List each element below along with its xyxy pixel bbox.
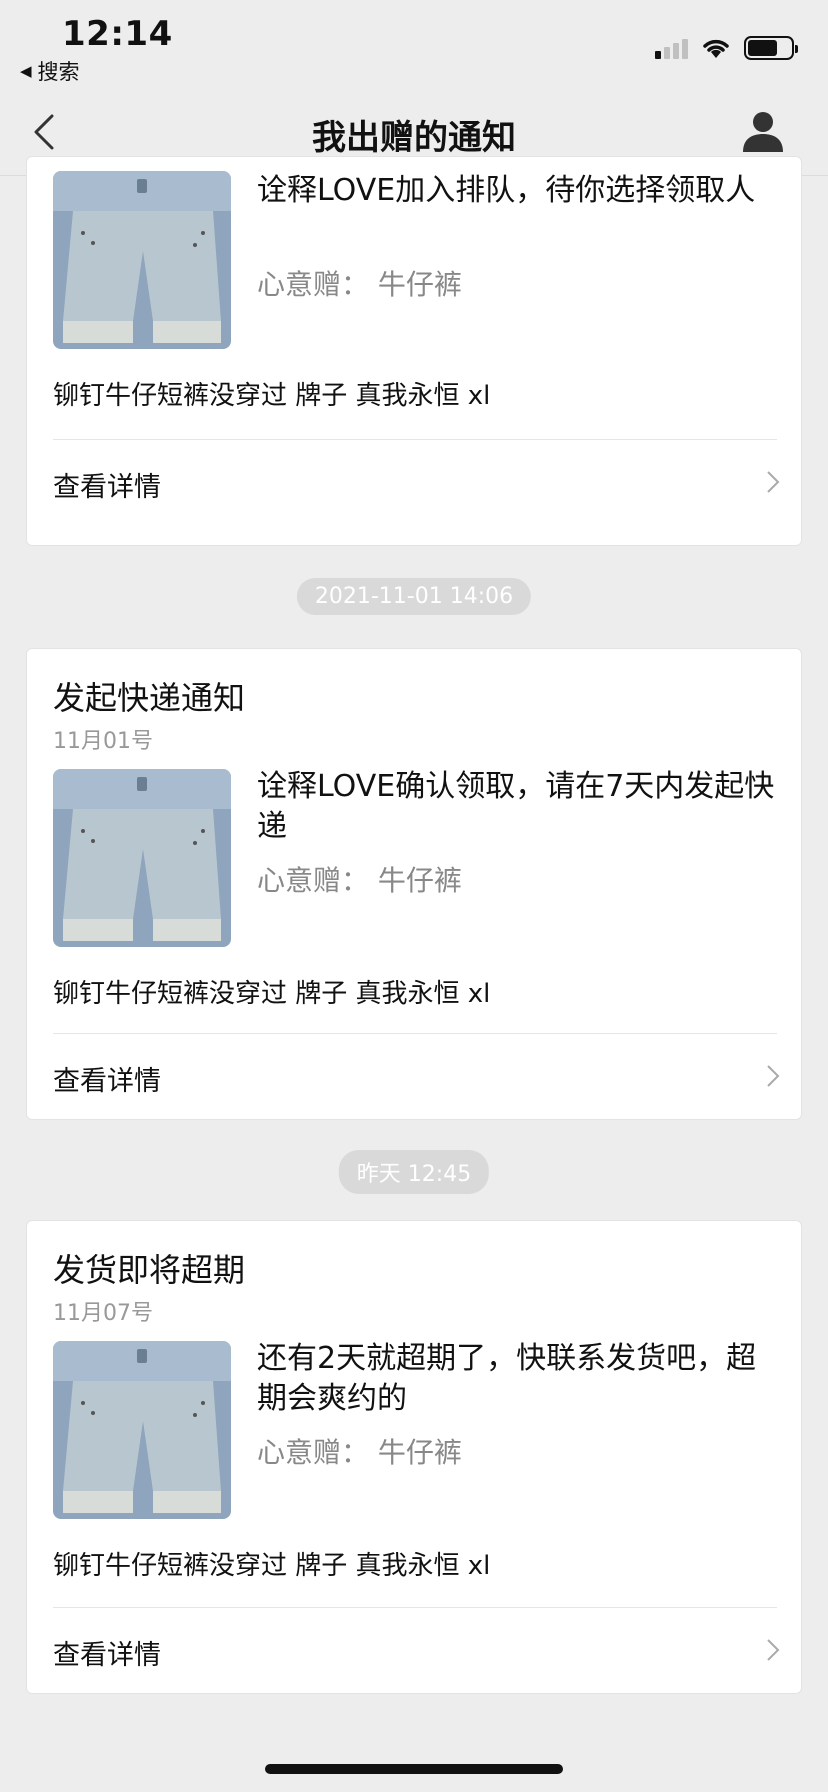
timestamp-pill: 2021-11-01 14:06 <box>296 578 532 615</box>
view-details-row[interactable]: 查看详情 <box>27 1609 801 1693</box>
product-thumbnail[interactable] <box>53 1341 231 1519</box>
item-description: 铆钉牛仔短裤没穿过 牌子 真我永恒 xl <box>53 1551 491 1581</box>
notification-date: 11月01号 <box>53 729 153 754</box>
notification-card: 诠释LOVE加入排队，待你选择领取人 心意赠： 牛仔裤 铆钉牛仔短裤没穿过 牌子… <box>26 156 802 546</box>
denim-shorts-image <box>53 171 231 349</box>
user-icon[interactable] <box>740 108 786 154</box>
back-app-label: 搜索 <box>37 60 80 84</box>
gift-label: 心意赠： 牛仔裤 <box>257 864 462 897</box>
view-details-label: 查看详情 <box>53 1066 161 1097</box>
item-description: 铆钉牛仔短裤没穿过 牌子 真我永恒 xl <box>53 381 491 411</box>
battery-icon <box>744 36 798 60</box>
denim-shorts-image <box>53 1341 231 1519</box>
view-details-label: 查看详情 <box>53 1640 161 1671</box>
chevron-right-icon <box>767 1639 780 1661</box>
notification-card: 发起快递通知 11月01号 诠释LOVE确认领取，请在7天内发起快递 心意赠： … <box>26 648 802 1120</box>
wifi-icon <box>703 39 729 58</box>
back-to-app-link[interactable]: ◀ 搜索 <box>20 56 80 86</box>
notification-card: 发货即将超期 11月07号 还有2天就超期了，快联系发货吧，超期会爽约的 心意赠… <box>26 1220 802 1694</box>
status-bar: 12:14 ◀ 搜索 <box>0 0 828 90</box>
denim-shorts-image <box>53 769 231 947</box>
home-indicator[interactable] <box>265 1764 563 1774</box>
status-icons <box>655 36 798 60</box>
item-description: 铆钉牛仔短裤没穿过 牌子 真我永恒 xl <box>53 979 491 1009</box>
gift-label: 心意赠： 牛仔裤 <box>257 1436 462 1469</box>
divider <box>53 1607 777 1608</box>
notification-title: 发货即将超期 <box>53 1251 246 1289</box>
notification-title: 发起快递通知 <box>53 679 246 717</box>
divider <box>53 1033 777 1034</box>
product-thumbnail[interactable] <box>53 769 231 947</box>
product-thumbnail[interactable] <box>53 171 231 349</box>
status-time: 12:14 <box>62 14 173 54</box>
view-details-row[interactable]: 查看详情 <box>27 441 801 525</box>
notification-message: 诠释LOVE加入排队，待你选择领取人 <box>257 173 756 208</box>
notification-message: 还有2天就超期了，快联系发货吧，超期会爽约的 <box>257 1341 757 1416</box>
timestamp-pill: 昨天 12:45 <box>338 1150 490 1194</box>
view-details-row[interactable]: 查看详情 <box>27 1035 801 1119</box>
chevron-right-icon <box>767 471 780 493</box>
page-title: 我出赠的通知 <box>312 118 516 158</box>
gift-label: 心意赠： 牛仔裤 <box>257 268 462 301</box>
notification-message: 诠释LOVE确认领取，请在7天内发起快递 <box>257 769 775 844</box>
divider <box>53 439 777 440</box>
cellular-signal-icon <box>655 37 688 59</box>
back-triangle-icon: ◀ <box>20 62 32 80</box>
chevron-right-icon <box>767 1065 780 1087</box>
notification-date: 11月07号 <box>53 1301 153 1326</box>
view-details-label: 查看详情 <box>53 472 161 503</box>
